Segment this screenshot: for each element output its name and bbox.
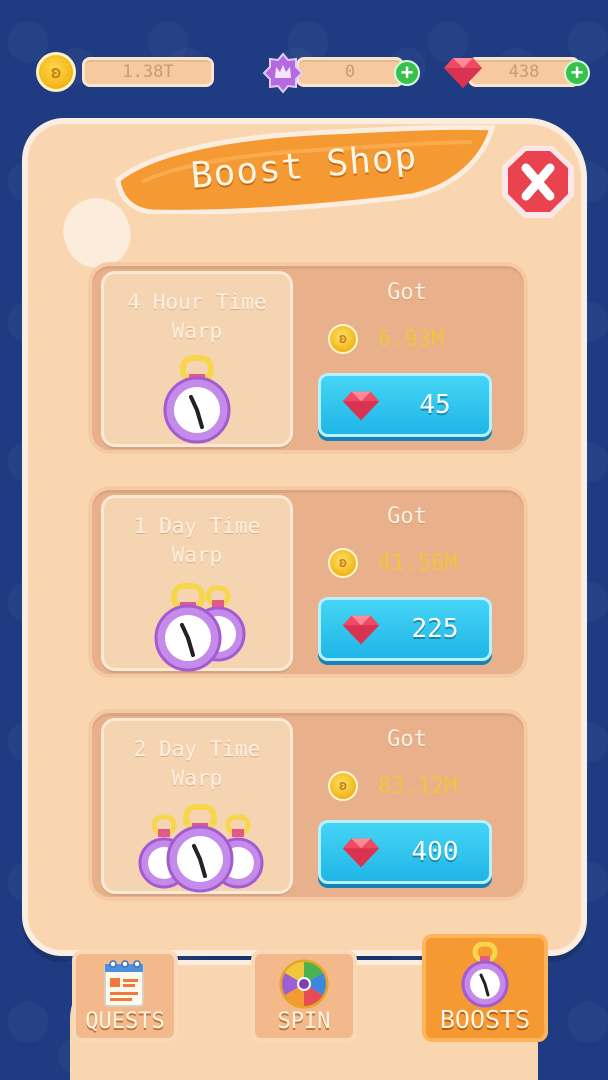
tab-label: SPIN — [277, 1009, 331, 1034]
tab-boosts[interactable]: BOOSTS — [422, 934, 548, 1042]
reward-amount: ʚ 83.12M — [328, 769, 457, 803]
close-x-icon — [502, 146, 574, 218]
tab-label: BOOSTS — [439, 1005, 531, 1034]
gem-counter: 438 + — [440, 52, 594, 92]
got-label: Got — [387, 280, 427, 305]
stopwatch-icon — [104, 576, 290, 672]
add-gems-button[interactable]: + — [564, 60, 590, 86]
close-button[interactable] — [498, 142, 578, 222]
tab-quests[interactable]: QUESTS — [72, 950, 178, 1042]
item-preview: 1 Day Time Warp — [101, 495, 293, 672]
ruby-gem-icon — [342, 615, 380, 645]
tab-spin[interactable]: SPIN — [251, 950, 357, 1042]
item-preview: 2 Day Time Warp — [101, 718, 293, 894]
butterfly-coin-icon: ʚ — [328, 771, 358, 801]
tab-label: QUESTS — [85, 1009, 165, 1034]
reward-amount: ʚ 6.93M — [328, 322, 444, 356]
boost-item-2-day: 2 Day Time Warp Got ʚ 83.12M 400 — [88, 709, 528, 901]
stopwatch-icon — [104, 799, 290, 895]
spin-wheel-icon — [279, 959, 329, 1009]
add-crowns-button[interactable]: + — [394, 60, 420, 86]
butterfly-coin-icon: ʚ — [36, 52, 76, 92]
price-label: 400 — [411, 837, 459, 867]
stopwatch-icon — [104, 352, 290, 448]
price-label: 45 — [419, 390, 451, 420]
reward-value: 83.12M — [378, 773, 458, 799]
ruby-gem-icon — [444, 58, 482, 88]
reward-value: 6.93M — [378, 326, 445, 352]
coin-counter: 1.38T ʚ — [36, 52, 216, 92]
boost-item-1-day: 1 Day Time Warp Got ʚ 41.56M 225 — [88, 486, 528, 678]
buy-button[interactable]: 225 — [318, 597, 492, 661]
reward-amount: ʚ 41.56M — [328, 546, 457, 580]
butterfly-coin-icon: ʚ — [328, 548, 358, 578]
item-preview: 4 Hour Time Warp — [101, 271, 293, 447]
item-name: 1 Day Time Warp — [133, 514, 261, 567]
stopwatch-icon — [461, 942, 509, 1008]
crown-counter: 0 + — [262, 52, 422, 94]
price-label: 225 — [411, 614, 459, 644]
butterfly-coin-icon: ʚ — [328, 324, 358, 354]
got-label: Got — [387, 504, 427, 529]
ruby-gem-icon — [342, 838, 380, 868]
buy-button[interactable]: 45 — [318, 373, 492, 437]
ruby-gem-icon — [342, 391, 380, 421]
quest-list-icon — [104, 960, 144, 1007]
buy-button[interactable]: 400 — [318, 820, 492, 884]
item-name: 4 Hour Time Warp — [127, 290, 267, 343]
got-label: Got — [387, 727, 427, 752]
item-name: 2 Day Time Warp — [133, 737, 261, 790]
crown-badge-icon — [262, 52, 304, 94]
crown-value: 0 — [296, 57, 404, 87]
reward-value: 41.56M — [378, 550, 458, 576]
coin-value: 1.38T — [82, 57, 214, 87]
title-banner: Boost Shop — [112, 122, 496, 214]
boost-item-4-hour: 4 Hour Time Warp Got ʚ 6.93M 45 — [88, 262, 528, 454]
